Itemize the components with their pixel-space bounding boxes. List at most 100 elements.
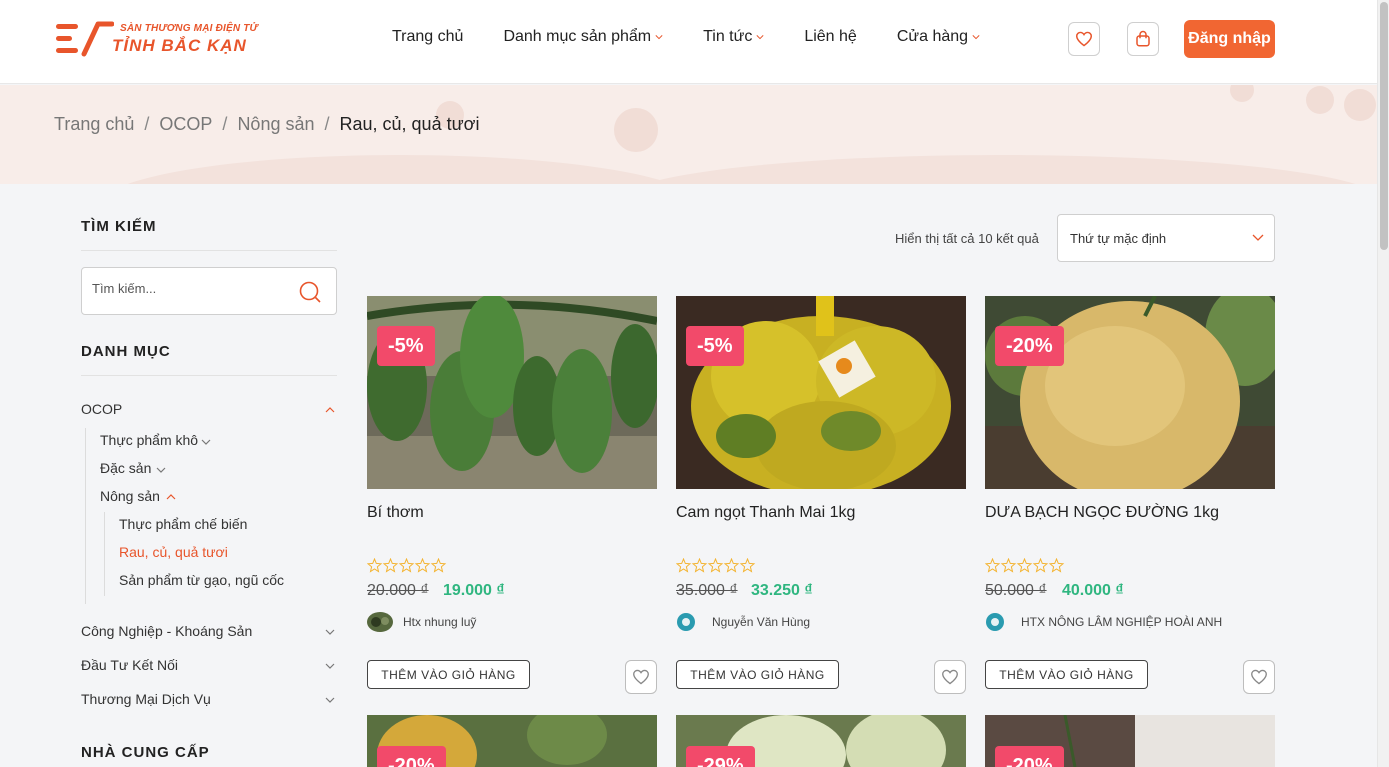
chevron-down-icon <box>1252 234 1264 241</box>
star-icons <box>985 558 1065 573</box>
seller[interactable]: Nguyễn Văn Hùng <box>676 612 810 632</box>
nav-item-contact[interactable]: Liên hệ <box>804 28 857 46</box>
chevron-down-icon[interactable] <box>325 628 335 636</box>
category-cong-nghiep[interactable]: Công Nghiệp - Khoáng Sản <box>81 623 252 639</box>
product-name[interactable]: Cam ngọt Thanh Mai 1kg <box>676 504 855 522</box>
seller-avatar <box>367 612 393 632</box>
breadcrumb-separator: / <box>324 114 330 134</box>
product-name[interactable]: DƯA BẠCH NGỌC ĐƯỜNG 1kg <box>985 504 1219 522</box>
nav-item-news[interactable]: Tin tức <box>703 28 764 46</box>
divider <box>81 250 337 251</box>
chevron-up-icon[interactable] <box>325 406 335 414</box>
chevron-down-icon[interactable] <box>325 662 335 670</box>
category-thuc-pham-che-bien[interactable]: Thực phẩm chế biến <box>119 516 247 532</box>
product-card: -20% DƯA BẠCH NGỌC ĐƯỜNG 1kg 50.000 ₫ 40… <box>985 296 1275 696</box>
site-logo[interactable]: SÀN THƯƠNG MẠI ĐIỆN TỬ TỈNH BẮC KẠN <box>54 18 264 60</box>
search-icon[interactable] <box>298 280 322 304</box>
product-image[interactable]: -5% <box>367 296 657 489</box>
heart-icon <box>942 669 958 685</box>
sort-select[interactable]: Thứ tự mặc định <box>1057 214 1275 262</box>
scrollbar-thumb[interactable] <box>1380 2 1388 250</box>
breadcrumb-banner: Trang chủ / OCOP / Nông sản / Rau, củ, quả tươ… <box>0 85 1377 184</box>
search-field <box>81 267 337 315</box>
product-card: -29% <box>676 715 966 767</box>
old-price: 20.000 ₫ <box>367 582 429 599</box>
add-to-cart-button[interactable]: THÊM VÀO GIỎ HÀNG <box>985 660 1148 689</box>
category-rau-cu-qua-tuoi[interactable]: Rau, củ, quả tươi <box>119 544 228 560</box>
chevron-down-icon <box>972 35 980 40</box>
breadcrumb-link[interactable]: OCOP <box>159 114 212 134</box>
breadcrumb-link[interactable]: Nông sản <box>237 114 314 134</box>
search-input[interactable] <box>92 281 292 296</box>
rating-stars <box>985 558 1065 573</box>
site-header: SÀN THƯƠNG MẠI ĐIỆN TỬ TỈNH BẮC KẠN Tran… <box>0 0 1377 84</box>
tree-line <box>104 512 105 596</box>
login-button[interactable]: Đăng nhập <box>1184 20 1275 58</box>
heart-icon <box>1251 669 1267 685</box>
wishlist-button[interactable] <box>625 660 657 694</box>
nav-item-home[interactable]: Trang chủ <box>392 28 463 46</box>
nav-item-categories[interactable]: Danh mục sản phẩm <box>503 28 663 46</box>
chevron-down-icon <box>655 35 663 40</box>
sale-price: 40.000 ₫ <box>1062 582 1124 599</box>
product-card: -5% Cam ngọt Thanh Mai 1kg 35.000 ₫ 33.2… <box>676 296 966 696</box>
wishlist-button[interactable] <box>1068 22 1100 56</box>
search-heading: TÌM KIẾM <box>81 218 157 235</box>
page-scrollbar[interactable] <box>1377 0 1389 767</box>
category-thuong-mai[interactable]: Thương Mại Dịch Vụ <box>81 691 211 707</box>
seller[interactable]: HTX NÔNG LÂM NGHIỆP HOÀI ANH <box>985 612 1222 632</box>
nav-label: Liên hệ <box>804 28 857 45</box>
breadcrumb-link[interactable]: Trang chủ <box>54 114 134 134</box>
tree-line <box>85 428 86 604</box>
chevron-down-icon[interactable] <box>201 438 211 446</box>
chevron-down-icon[interactable] <box>325 696 335 704</box>
breadcrumb-separator: / <box>222 114 228 134</box>
add-to-cart-button[interactable]: THÊM VÀO GIỎ HÀNG <box>676 660 839 689</box>
wishlist-button[interactable] <box>934 660 966 694</box>
main-nav: Trang chủ Danh mục sản phẩm Tin tức Liên… <box>392 28 1020 46</box>
chevron-down-icon <box>756 35 764 40</box>
category-thuc-pham-kho[interactable]: Thực phẩm khô <box>100 432 198 448</box>
category-heading: DANH MỤC <box>81 343 171 360</box>
discount-badge: -20% <box>377 746 446 767</box>
wishlist-button[interactable] <box>1243 660 1275 694</box>
product-image[interactable]: -5% <box>676 296 966 489</box>
category-ocop[interactable]: OCOP <box>81 401 122 417</box>
sale-price: 19.000 ₫ <box>443 582 505 599</box>
category-dac-san[interactable]: Đặc sản <box>100 460 151 476</box>
result-count: Hiển thị tất cả 10 kết quả <box>895 231 1039 246</box>
breadcrumb-current: Rau, củ, quả tươi <box>339 114 480 134</box>
logo-tagline: SÀN THƯƠNG MẠI ĐIỆN TỬ <box>120 23 258 34</box>
old-price: 50.000 ₫ <box>985 582 1047 599</box>
rating-stars <box>367 558 447 573</box>
category-san-pham-tu-gao[interactable]: Sản phẩm từ gạo, ngũ cốc <box>119 572 284 588</box>
seller-name: Nguyễn Văn Hùng <box>712 615 811 629</box>
seller[interactable]: Htx nhung luỹ <box>367 612 476 632</box>
seller-avatar <box>985 612 1011 632</box>
heart-icon <box>1075 31 1093 47</box>
star-icons <box>676 558 756 573</box>
rating-stars <box>676 558 756 573</box>
breadcrumb-separator: / <box>144 114 150 134</box>
discount-badge: -5% <box>377 326 435 366</box>
sale-price: 33.250 ₫ <box>751 582 813 599</box>
product-card: -20% <box>985 715 1275 767</box>
logo-title: TỈNH BẮC KẠN <box>112 36 247 55</box>
discount-badge: -5% <box>686 326 744 366</box>
nav-item-stores[interactable]: Cửa hàng <box>897 28 980 46</box>
seller-name: HTX NÔNG LÂM NGHIỆP HOÀI ANH <box>1021 615 1223 629</box>
product-card: -20% <box>367 715 657 767</box>
product-image[interactable]: -20% <box>985 296 1275 489</box>
chevron-up-icon[interactable] <box>166 493 176 501</box>
sort-select-value: Thứ tự mặc định <box>1070 231 1167 246</box>
logo-mark-icon <box>56 21 114 57</box>
seller-name: Htx nhung luỹ <box>403 615 477 629</box>
add-to-cart-button[interactable]: THÊM VÀO GIỎ HÀNG <box>367 660 530 689</box>
category-dau-tu[interactable]: Đầu Tư Kết Nối <box>81 657 178 673</box>
cart-button[interactable] <box>1127 22 1159 56</box>
heart-icon <box>633 669 649 685</box>
chevron-down-icon[interactable] <box>156 466 166 474</box>
category-nong-san[interactable]: Nông sản <box>100 488 160 504</box>
product-name[interactable]: Bí thơm <box>367 504 424 522</box>
seller-avatar <box>676 612 702 632</box>
